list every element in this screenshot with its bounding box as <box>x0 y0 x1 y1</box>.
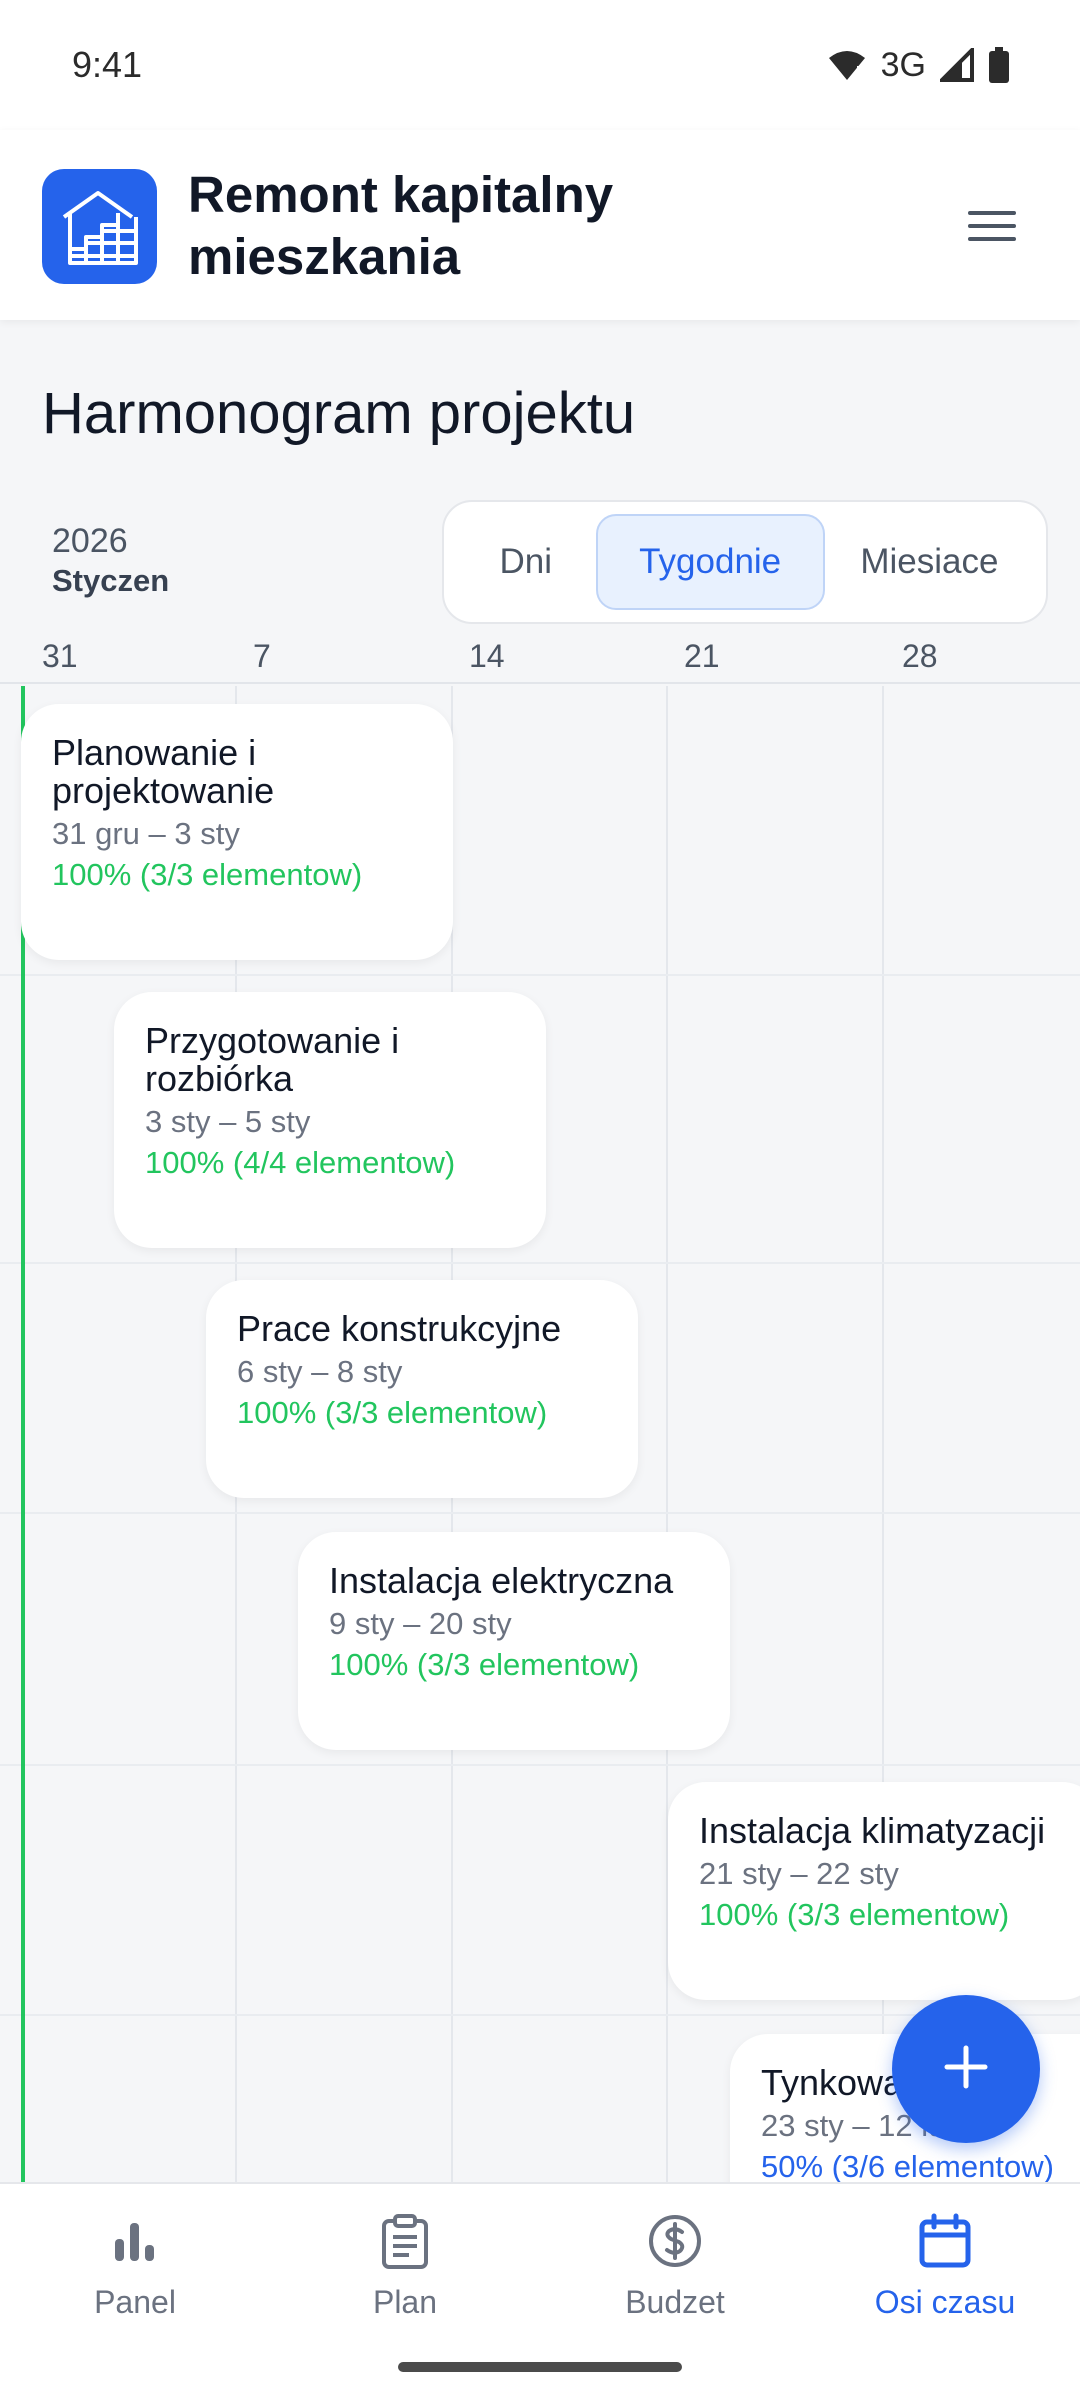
task-name: Prace konstrukcyjne <box>237 1308 562 1349</box>
nav-label: Budzet <box>625 2284 725 2320</box>
task-dates: 3 sty – 5 sty <box>145 1104 311 1139</box>
task-progress: 100% (3/3 elementow) <box>237 1395 548 1430</box>
calendar-icon <box>917 2208 973 2274</box>
add-task-button[interactable] <box>892 1995 1040 2143</box>
dollar-circle-icon <box>647 2208 703 2274</box>
wifi-icon <box>827 48 867 82</box>
status-icons: 3G <box>827 46 1010 85</box>
task-dates: 31 gru – 3 sty <box>52 816 240 851</box>
bar-chart-icon <box>111 2208 159 2274</box>
plus-icon <box>943 2044 989 2095</box>
signal-icon <box>940 48 974 82</box>
nav-label: Plan <box>372 2284 438 2320</box>
task-card-electrical[interactable]: Instalacja elektryczna 9 sty – 20 sty 10… <box>298 1532 730 1750</box>
task-name: Planowanie i projektowanie <box>52 732 275 811</box>
task-dates: 21 sty – 22 sty <box>699 1856 899 1891</box>
axis-tick: 31 <box>42 638 78 674</box>
task-card-construction[interactable]: Prace konstrukcyjne 6 sty – 8 sty 100% (… <box>206 1280 638 1498</box>
view-option-weeks[interactable]: Tygodnie <box>595 514 825 610</box>
app-root: 9:41 3G Remont kapitalny mieszkania Harm… <box>0 0 1080 2400</box>
axis-tick: 7 <box>253 638 271 674</box>
period-year: 2026 <box>52 522 128 560</box>
battery-icon <box>988 47 1010 83</box>
row-divider <box>0 1764 1080 1766</box>
task-dates: 9 sty – 20 sty <box>329 1606 512 1641</box>
building-stairs-icon <box>42 169 157 284</box>
task-name: Instalacja elektryczna <box>329 1560 674 1601</box>
task-progress: 50% (3/6 elementow) <box>761 2149 1054 2182</box>
task-progress: 100% (4/4 elementow) <box>145 1145 456 1180</box>
row-divider <box>0 1512 1080 1514</box>
task-dates: 6 sty – 8 sty <box>237 1354 403 1389</box>
task-card-preparation[interactable]: Przygotowanie i rozbiórka 3 sty – 5 sty … <box>114 992 546 1248</box>
task-progress: 100% (3/3 elementow) <box>52 857 363 892</box>
axis-tick: 21 <box>684 638 720 674</box>
nav-label: Panel <box>94 2284 176 2320</box>
task-progress: 100% (3/3 elementow) <box>699 1897 1010 1932</box>
row-divider <box>0 974 1080 976</box>
status-time: 9:41 <box>72 44 143 85</box>
view-option-months[interactable]: Miesiace <box>825 514 1034 610</box>
page-title: Harmonogram projektu <box>42 381 636 446</box>
nav-item-timeline[interactable]: Osi czasu <box>810 2208 1080 2328</box>
app-header: Remont kapitalny mieszkania <box>0 130 1080 320</box>
home-indicator[interactable] <box>398 2362 682 2372</box>
clipboard-icon <box>379 2208 431 2274</box>
status-bar: 9:41 3G <box>0 0 1080 130</box>
row-divider <box>0 1262 1080 1264</box>
view-option-days[interactable]: Dni <box>456 514 596 610</box>
period-month: Styczen <box>52 563 170 598</box>
task-name: Przygotowanie i rozbiórka <box>145 1020 400 1099</box>
task-card-planning[interactable]: Planowanie i projektowanie 31 gru – 3 st… <box>21 704 453 960</box>
hamburger-menu-icon[interactable] <box>960 196 1024 256</box>
axis-tick: 14 <box>469 638 505 674</box>
task-progress: 100% (3/3 elementow) <box>329 1647 640 1682</box>
axis-tick: 28 <box>902 638 938 674</box>
timeline-grid[interactable]: Planowanie i projektowanie 31 gru – 3 st… <box>0 686 1080 2182</box>
nav-item-budget[interactable]: Budzet <box>540 2208 810 2328</box>
view-toggle: Dni Tygodnie Miesiace <box>442 500 1048 624</box>
timeline-axis: 31 7 14 21 28 <box>0 632 1080 684</box>
nav-label: Osi czasu <box>874 2284 1016 2320</box>
task-name: Instalacja klimatyzacji <box>699 1810 1046 1851</box>
network-type: 3G <box>880 45 926 84</box>
nav-item-panel[interactable]: Panel <box>0 2208 270 2328</box>
nav-item-plan[interactable]: Plan <box>270 2208 540 2328</box>
app-title: Remont kapitalny mieszkania <box>188 166 614 285</box>
task-card-air-conditioning[interactable]: Instalacja klimatyzacji 21 sty – 22 sty … <box>668 1782 1080 2000</box>
